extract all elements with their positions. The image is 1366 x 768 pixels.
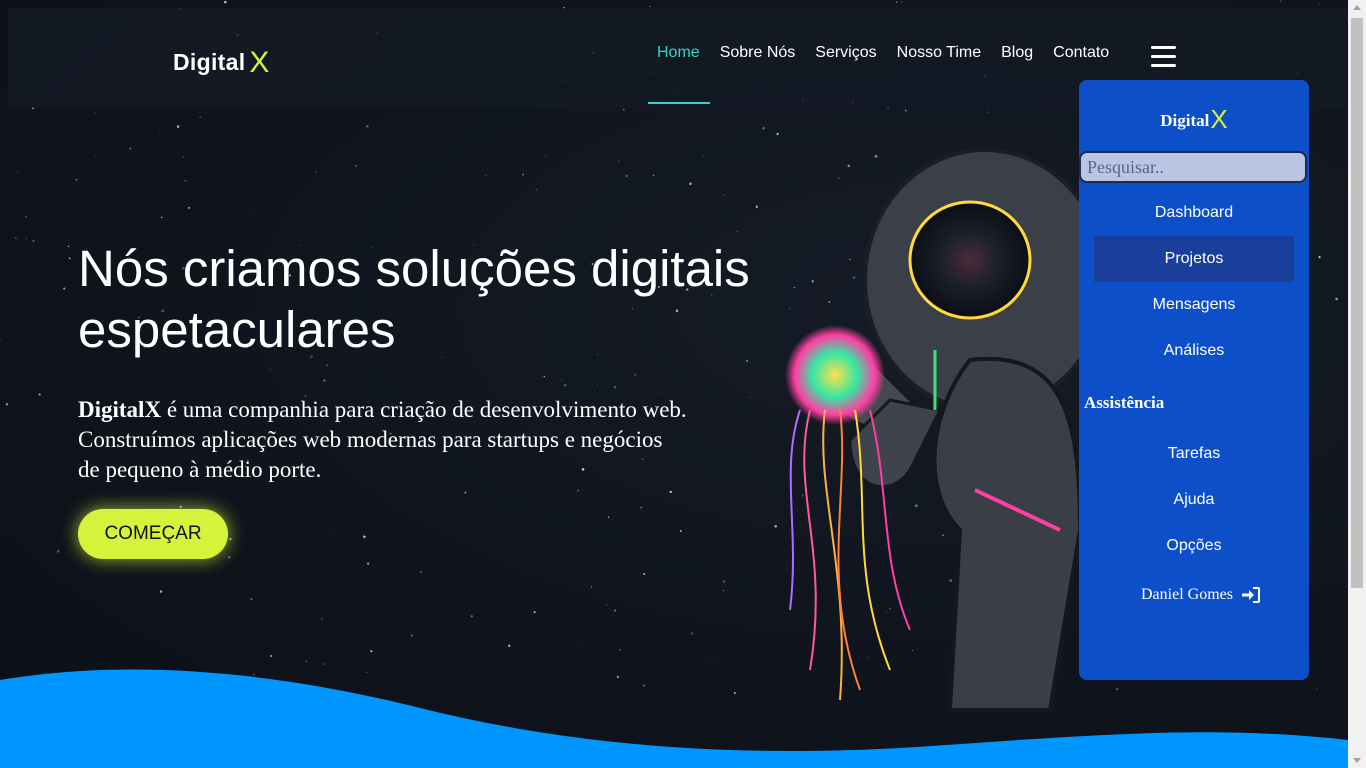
scroll-down-icon[interactable] bbox=[1353, 758, 1361, 763]
nav-sobre-nos[interactable]: Sobre Nós bbox=[710, 44, 806, 62]
bottom-wave bbox=[0, 669, 1348, 768]
start-button[interactable]: COMEÇAR bbox=[78, 509, 228, 559]
sidebar-item-projetos[interactable]: Projetos bbox=[1094, 236, 1294, 282]
nav-home[interactable]: Home bbox=[647, 44, 710, 62]
site-logo[interactable]: Digital X bbox=[173, 44, 270, 79]
sidebar-item-tarefas[interactable]: Tarefas bbox=[1094, 431, 1294, 477]
sidebar-logo-mark: X bbox=[1210, 104, 1228, 134]
sidebar-logo[interactable]: DigitalX bbox=[1079, 102, 1309, 134]
search-input[interactable] bbox=[1079, 151, 1307, 183]
sign-in-icon bbox=[1241, 587, 1260, 603]
logo-mark: X bbox=[249, 46, 270, 79]
hero-text-3: de pequeno à médio porte. bbox=[78, 457, 322, 482]
hero-brand: DigitalX bbox=[78, 397, 162, 422]
hero-description: DigitalX é uma companhia para criação de… bbox=[78, 395, 778, 485]
nav-active-indicator bbox=[648, 102, 710, 104]
nav-blog[interactable]: Blog bbox=[991, 44, 1043, 62]
hero-text-1: é uma companhia para criação de desenvol… bbox=[161, 397, 687, 422]
nav-servicos[interactable]: Serviços bbox=[805, 44, 886, 62]
astronaut-illustration bbox=[785, 148, 1107, 712]
user-account[interactable]: Daniel Gomes bbox=[1141, 586, 1260, 604]
user-name: Daniel Gomes bbox=[1141, 586, 1233, 603]
scrollbar-thumb[interactable] bbox=[1351, 18, 1363, 588]
sidebar-item-mensagens[interactable]: Mensagens bbox=[1094, 282, 1294, 328]
hero-title: Nós criamos soluções digitais espetacula… bbox=[78, 240, 750, 358]
hamburger-icon[interactable] bbox=[1151, 46, 1176, 68]
sidebar-item-ajuda[interactable]: Ajuda bbox=[1094, 477, 1294, 523]
scroll-up-icon[interactable] bbox=[1353, 5, 1361, 10]
nav-contato[interactable]: Contato bbox=[1043, 44, 1119, 62]
sidebar-logo-text: Digital bbox=[1160, 111, 1210, 130]
sidebar-panel: DigitalX Dashboard Projetos Mensagens An… bbox=[1079, 80, 1309, 680]
sidebar-item-analises[interactable]: Análises bbox=[1094, 328, 1294, 374]
logo-text: Digital bbox=[173, 49, 246, 75]
sidebar-item-dashboard[interactable]: Dashboard bbox=[1094, 190, 1294, 236]
hero-text-2: Construímos aplicações web modernas para… bbox=[78, 427, 663, 452]
page-scrollbar[interactable] bbox=[1348, 0, 1366, 768]
nav-nosso-time[interactable]: Nosso Time bbox=[887, 44, 991, 62]
main-nav: Home Sobre Nós Serviços Nosso Time Blog … bbox=[647, 44, 1119, 62]
section-label-assistencia: Assistência bbox=[1084, 393, 1165, 412]
sidebar-item-opcoes[interactable]: Opções bbox=[1094, 523, 1294, 569]
